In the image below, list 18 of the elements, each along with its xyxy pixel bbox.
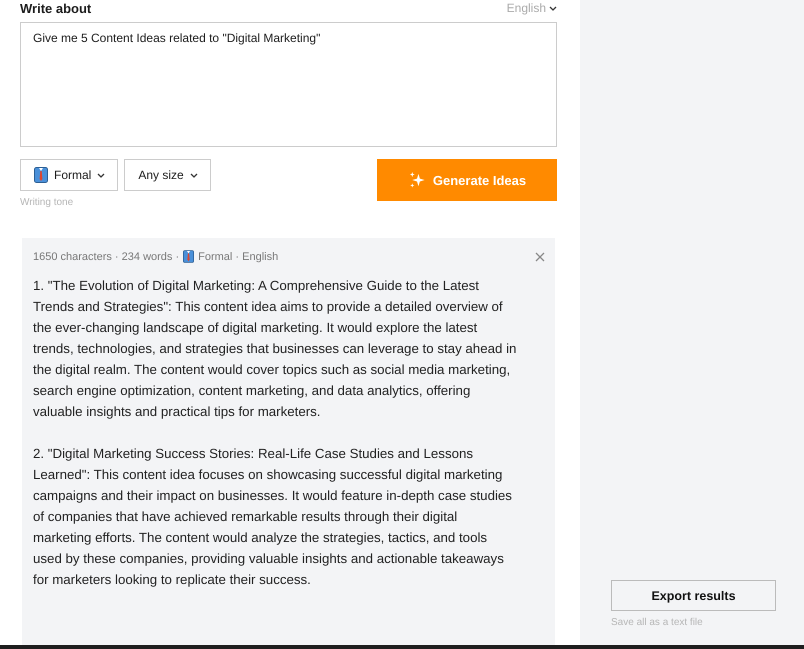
chevron-down-icon (549, 6, 557, 10)
size-dropdown[interactable]: Any size (124, 159, 211, 191)
tone-hint: Writing tone (20, 197, 74, 208)
chevron-down-icon (190, 172, 198, 178)
export-hint: Save all as a text file (611, 617, 704, 628)
section-title: Write about (20, 1, 92, 16)
sparkle-icon (408, 170, 427, 190)
result-settings: Formal · English (198, 250, 278, 262)
result-paragraph: 2. "Digital Marketing Success Stories: Real-Life Case Studies and Lessons Learned": This content idea focuses on showcasing successful digital marketing campaigns and their impact on businesses. It would feature in-depth case studies of companies that have achieved remarkable results through their digital marketing efforts. The content would analyze the strategies, tactics, and tools used by these companies, providing valuable insights and actionable takeaways for marketers looking to replicate their success. (33, 445, 513, 589)
tone-dropdown[interactable]: Formal (20, 159, 118, 191)
result-paragraph: 1. "The Evolution of Digital Marketing: A Comprehensive Guide to the Latest Trends and Strategies": This content idea aims to provide a detailed overview of the ever-changing landscape of digital marketing. It would explore the latest trends, technologies, and strategies that businesses can leverage to stay ahead in the digital realm. The content would cover topics such as social media marketing, search engine optimization, content marketing, and data analytics, offering valuable insights and practical tips for marketers. (33, 277, 518, 421)
chevron-down-icon (97, 172, 106, 178)
prompt-field[interactable]: Give me 5 Content Ideas related to "Digital Marketing" (20, 22, 557, 147)
shirt-tie-icon (183, 250, 194, 263)
export-button[interactable]: Export results (611, 580, 776, 611)
result-stats: 1650 characters · 234 words · (33, 250, 180, 262)
shirt-tie-icon (34, 167, 48, 183)
close-icon[interactable] (535, 252, 545, 262)
